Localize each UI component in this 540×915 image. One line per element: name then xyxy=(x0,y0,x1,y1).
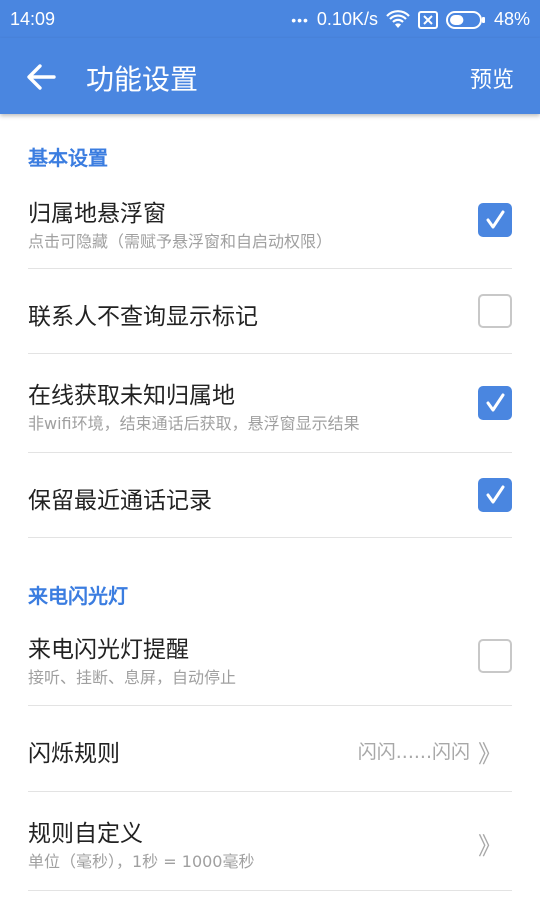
setting-subtitle: 点击可隐藏（需赋予悬浮窗和自启动权限） xyxy=(28,232,333,251)
setting-title: 归属地悬浮窗 xyxy=(28,201,166,227)
setting-title: 保留最近通话记录 xyxy=(28,488,212,514)
setting-row-keep-call-log[interactable]: 保留最近通话记录 xyxy=(0,453,540,538)
setting-title: 规则自定义 xyxy=(28,821,143,847)
setting-row-custom-rule[interactable]: 规则自定义 单位（毫秒），1秒 = 1000毫秒 》 xyxy=(0,792,540,891)
checkbox-online-lookup[interactable] xyxy=(478,386,512,420)
checkbox-keep-call-log[interactable] xyxy=(478,478,512,512)
network-speed: 0.10K/s xyxy=(316,9,378,29)
section-header-flash: 来电闪光灯 xyxy=(28,584,128,608)
back-arrow-icon[interactable] xyxy=(24,60,58,94)
setting-subtitle: 接听、挂断、息屏，自动停止 xyxy=(28,668,237,687)
setting-title: 联系人不查询显示标记 xyxy=(28,304,258,330)
no-sim-icon xyxy=(417,10,438,29)
page-title: 功能设置 xyxy=(86,63,199,96)
setting-row-online-lookup[interactable]: 在线获取未知归属地 非wifi环境，结束通话后获取，悬浮窗显示结果 xyxy=(0,354,540,453)
chevron-right-icon: 》 xyxy=(478,832,502,860)
status-dots: ••• xyxy=(291,11,309,28)
setting-row-flash-alert[interactable]: 来电闪光灯提醒 接听、挂断、息屏，自动停止 xyxy=(0,620,540,706)
section-header-basic: 基本设置 xyxy=(28,146,108,170)
setting-row-contacts-no-query[interactable]: 联系人不查询显示标记 xyxy=(0,269,540,354)
wifi-icon xyxy=(386,9,410,28)
divider xyxy=(28,890,512,891)
divider xyxy=(28,537,512,538)
setting-title: 在线获取未知归属地 xyxy=(28,383,235,409)
flash-rule-value: 闪闪......闪闪 xyxy=(357,741,470,763)
chevron-right-icon: 》 xyxy=(478,740,502,768)
setting-subtitle: 单位（毫秒），1秒 = 1000毫秒 xyxy=(28,852,255,871)
status-bar: 14:09 ••• 0.10K/s 48% xyxy=(0,0,540,38)
battery-icon xyxy=(445,10,485,29)
checkbox-float-window[interactable] xyxy=(478,203,512,237)
preview-button[interactable]: 预览 xyxy=(470,62,514,94)
checkbox-contacts-no-query[interactable] xyxy=(478,294,512,328)
battery-percent: 48% xyxy=(493,9,530,29)
setting-subtitle: 非wifi环境，结束通话后获取，悬浮窗显示结果 xyxy=(28,414,360,433)
setting-title: 闪烁规则 xyxy=(28,741,120,767)
setting-row-flash-rule[interactable]: 闪烁规则 闪闪......闪闪 》 xyxy=(0,706,540,792)
checkbox-flash-alert[interactable] xyxy=(478,639,512,673)
status-time: 14:09 xyxy=(10,9,56,29)
app-bar: 功能设置 预览 xyxy=(0,38,540,114)
status-right: ••• 0.10K/s 48% xyxy=(291,9,530,30)
setting-row-float-window[interactable]: 归属地悬浮窗 点击可隐藏（需赋予悬浮窗和自启动权限） xyxy=(0,184,540,269)
setting-title: 来电闪光灯提醒 xyxy=(28,637,189,663)
